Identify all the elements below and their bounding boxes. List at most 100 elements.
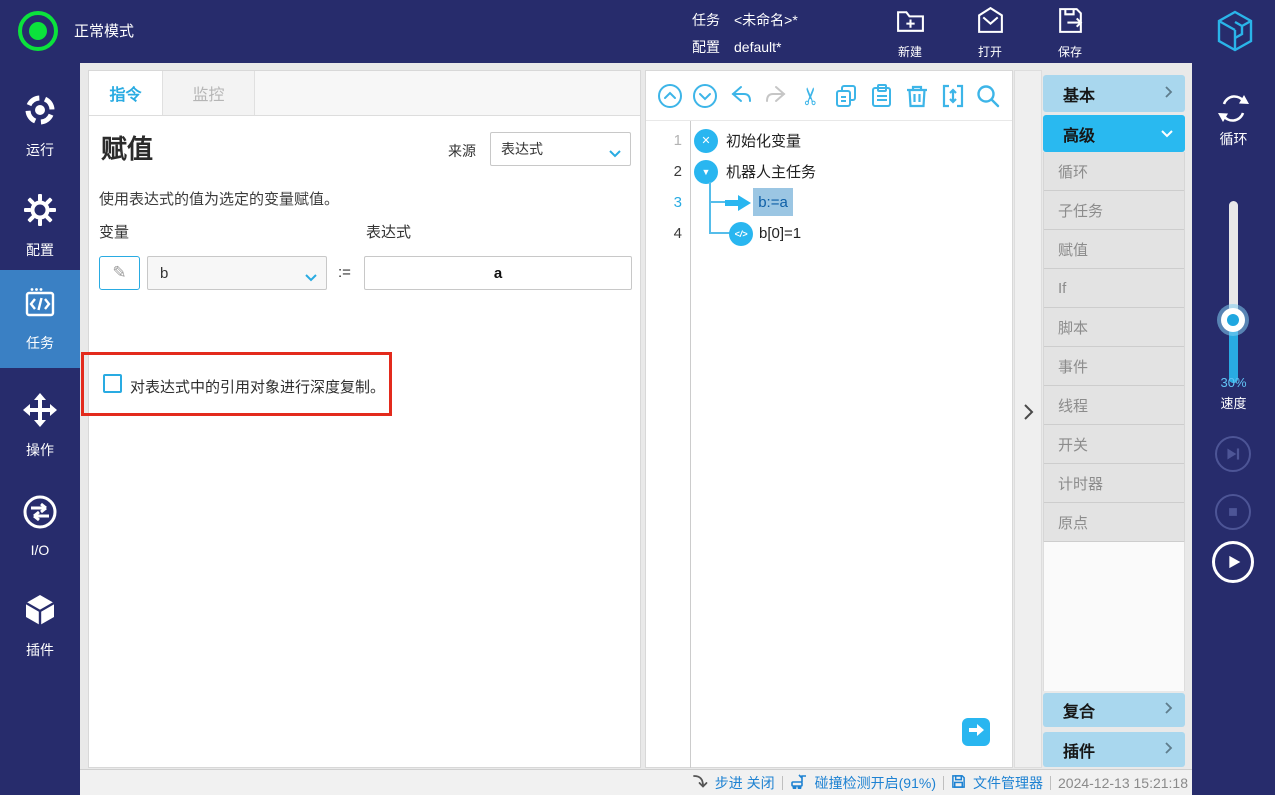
sidebar-item-plugin[interactable]: 插件 [0, 578, 80, 674]
paste-button[interactable] [868, 82, 896, 110]
x-circle-icon: ✕ [694, 129, 718, 153]
scissors-icon: ✂ [797, 85, 826, 105]
undo-button[interactable] [727, 82, 755, 110]
source-select[interactable]: 表达式 [490, 132, 631, 166]
mode-label: 正常模式 [74, 0, 134, 63]
new-file-icon [895, 5, 926, 41]
open-button[interactable]: 打开 [964, 5, 1016, 60]
item-assign[interactable]: 赋值 [1044, 230, 1184, 269]
tree-row-selected[interactable]: 3 [646, 187, 1014, 218]
open-file-icon [975, 5, 1006, 41]
sidebar-item-task[interactable]: 任务 [0, 270, 80, 368]
item-switch[interactable]: 开关 [1044, 425, 1184, 464]
apply-next-button[interactable] [962, 718, 990, 746]
sidebar-item-operate[interactable]: 操作 [0, 378, 80, 474]
sidebar-item-config[interactable]: 配置 [0, 178, 80, 274]
tree-row[interactable]: 4 </> b[0]=1 [646, 218, 1014, 249]
assign-operator: := [338, 264, 351, 281]
sidebar-item-io[interactable]: I/O [0, 478, 80, 574]
item-loop[interactable]: 循环 [1044, 152, 1184, 191]
tree-toolbar: ✂ [646, 71, 1012, 121]
category-advanced[interactable]: 高级 [1043, 115, 1185, 152]
cube-icon [22, 592, 58, 633]
app-window: 正常模式 任务 <未命名>* 配置 default* 新建 [0, 0, 1275, 795]
move-arrows-icon [22, 392, 58, 433]
copy-button[interactable] [833, 82, 861, 110]
step-forward-button[interactable] [1215, 436, 1251, 472]
speed-percent: 30% [1192, 375, 1275, 390]
play-button[interactable] [1212, 541, 1254, 583]
redo-button[interactable] [762, 82, 790, 110]
delete-button[interactable] [903, 82, 931, 110]
move-down-button[interactable] [691, 82, 719, 110]
chevron-right-icon [1165, 701, 1173, 719]
play-icon [1222, 551, 1244, 573]
config-name: default* [734, 39, 781, 55]
chevron-right-icon [1165, 741, 1173, 759]
move-up-button[interactable] [656, 82, 684, 110]
selected-node-chip[interactable]: b:=a [753, 188, 793, 216]
item-subtask[interactable]: 子任务 [1044, 191, 1184, 230]
topbar-actions: 新建 打开 保存 [884, 5, 1096, 60]
new-button[interactable]: 新建 [884, 5, 936, 60]
chevron-down-icon [305, 269, 317, 286]
cut-button[interactable]: ✂ [797, 82, 825, 110]
page-title: 赋值 [101, 129, 153, 166]
arrow-right-icon [725, 195, 751, 216]
chevron-down-icon [609, 145, 621, 161]
variable-select[interactable]: b [147, 256, 327, 290]
config-label: 配置 [692, 37, 726, 57]
advanced-item-list: 循环 子任务 赋值 If 脚本 事件 线程 开关 计时器 原点 [1043, 152, 1185, 542]
instruction-panel: 指令 监控 赋值 来源 表达式 使用表达式的值为选定的变量赋值。 变量 表达式 … [88, 70, 641, 768]
expression-input[interactable]: a [364, 256, 632, 290]
sidebar-item-run[interactable]: 运行 [0, 78, 80, 174]
item-if[interactable]: If [1044, 269, 1184, 308]
collision-detect-status[interactable]: 碰撞检测开启(91%) [815, 773, 936, 793]
collision-detect-icon [790, 773, 808, 792]
edit-variable-button[interactable]: ✎ [99, 256, 140, 290]
item-origin[interactable]: 原点 [1044, 503, 1184, 542]
step-mode-status[interactable]: 步进 关闭 [715, 773, 775, 793]
pencil-icon: ✎ [112, 263, 126, 283]
task-label: 任务 [692, 10, 726, 30]
tab-monitor[interactable]: 监控 [163, 71, 255, 115]
file-manager-link[interactable]: 文件管理器 [973, 773, 1043, 793]
save-icon [1055, 5, 1086, 41]
item-script[interactable]: 脚本 [1044, 308, 1184, 347]
category-basic[interactable]: 基本 [1043, 75, 1185, 112]
loop-label: 循环 [1192, 129, 1275, 149]
category-composite[interactable]: 复合 [1043, 693, 1185, 727]
expand-tree-panel-handle[interactable] [1014, 70, 1042, 768]
io-arrows-icon [22, 494, 58, 535]
clock: 2024-12-13 15:21:18 [1058, 775, 1188, 791]
item-event[interactable]: 事件 [1044, 347, 1184, 386]
collapse-circle-icon: ▼ [694, 160, 718, 184]
gear-icon [22, 192, 58, 233]
status-bar: 步进 关闭 碰撞检测开启(91%) 文件管理器 2024-12-13 15:21… [80, 769, 1192, 795]
search-icon[interactable] [974, 82, 1002, 110]
insert-into-button[interactable] [939, 82, 967, 110]
run-control-bar: 循环 30% 速度 [1192, 63, 1275, 795]
expression-label: 表达式 [366, 221, 411, 242]
stop-icon [1223, 502, 1243, 522]
chevron-right-icon [1165, 85, 1173, 103]
speed-slider-knob[interactable] [1221, 308, 1245, 332]
loop-mode-icon[interactable] [1216, 91, 1251, 131]
run-target-icon [22, 92, 58, 133]
top-bar: 正常模式 任务 <未命名>* 配置 default* 新建 [0, 0, 1275, 63]
task-info: 任务 <未命名>* 配置 default* [692, 7, 798, 61]
program-tree-panel: ✂ 1 ✕ 初始化变量 2 [645, 70, 1013, 768]
tree-row[interactable]: 2 ▼ 机器人主任务 [646, 156, 1014, 187]
item-thread[interactable]: 线程 [1044, 386, 1184, 425]
category-plugin[interactable]: 插件 [1043, 732, 1185, 767]
item-timer[interactable]: 计时器 [1044, 464, 1184, 503]
tree-row[interactable]: 1 ✕ 初始化变量 [646, 125, 1014, 156]
brand-logo-icon [1212, 8, 1258, 59]
stop-button[interactable] [1215, 494, 1251, 530]
deep-copy-checkbox[interactable] [103, 374, 122, 393]
tab-instruction[interactable]: 指令 [89, 71, 163, 115]
left-nav: 运行 配置 任务 [0, 63, 80, 795]
separator [1050, 776, 1051, 790]
save-button[interactable]: 保存 [1044, 5, 1096, 60]
step-forward-icon [1223, 444, 1243, 464]
